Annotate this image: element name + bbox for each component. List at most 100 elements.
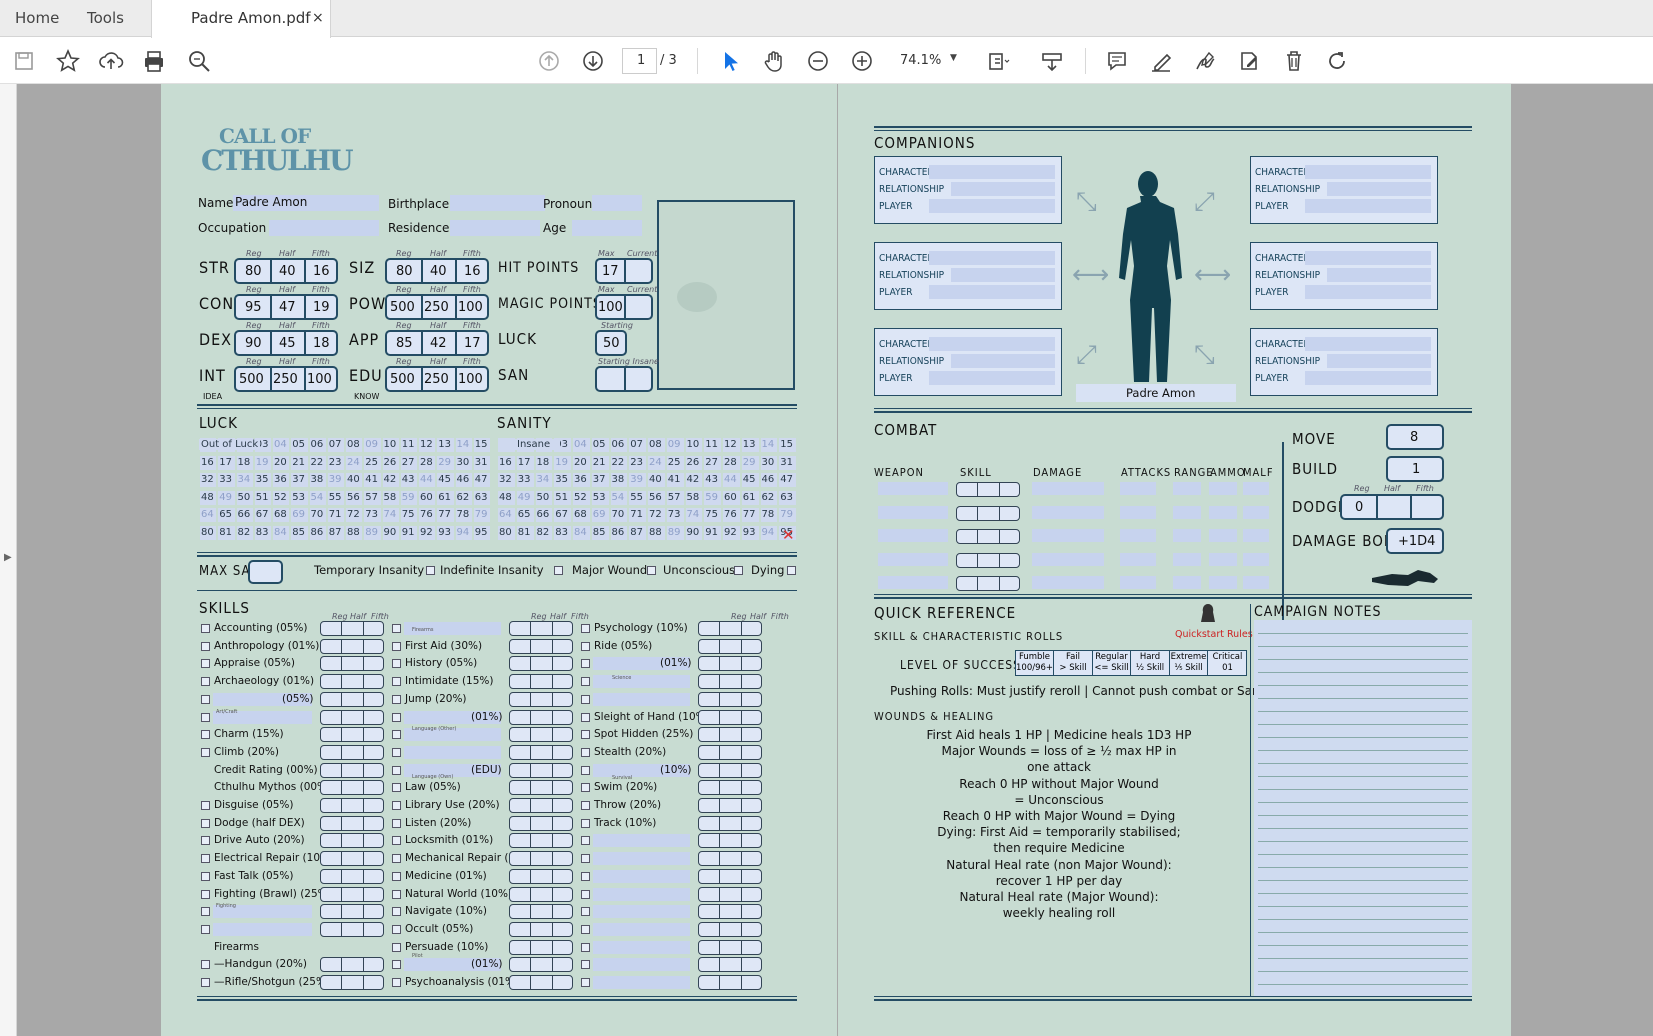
skill-value-box[interactable] (509, 674, 573, 690)
skill-checkbox[interactable] (201, 747, 210, 757)
skill-checkbox[interactable] (581, 641, 590, 651)
weapon-range-field[interactable] (1173, 505, 1201, 519)
skill-name-field[interactable] (593, 976, 690, 989)
skill-value-box[interactable] (509, 868, 573, 884)
skill-value-box[interactable] (320, 638, 384, 654)
skill-checkbox[interactable] (581, 783, 590, 793)
star-icon[interactable] (52, 45, 84, 77)
skill-value-box[interactable] (320, 886, 384, 902)
weapon-attacks-field[interactable] (1120, 552, 1156, 566)
figure-name-field[interactable]: Padre Amon (1076, 384, 1236, 402)
skill-checkbox[interactable] (581, 801, 590, 810)
skill-value-box[interactable] (698, 851, 762, 867)
weapon-field[interactable] (878, 505, 948, 519)
weapon-ammo-field[interactable] (1209, 576, 1237, 589)
skill-value-box[interactable] (320, 744, 384, 760)
expand-panel-icon[interactable]: ▶ (4, 552, 12, 563)
skill-value-box[interactable] (320, 868, 384, 884)
skill-value-box[interactable] (698, 674, 762, 690)
weapon-damage-field[interactable] (1032, 482, 1104, 495)
skill-checkbox[interactable] (581, 712, 590, 722)
companion-field[interactable] (929, 199, 1055, 213)
skill-checkbox[interactable] (392, 854, 401, 864)
skill-value-box[interactable] (509, 638, 573, 654)
skill-checkbox[interactable] (392, 942, 401, 952)
skill-checkbox[interactable] (581, 978, 590, 987)
companion-field[interactable] (951, 268, 1055, 282)
skill-checkbox[interactable] (392, 659, 401, 669)
skill-checkbox[interactable] (581, 836, 590, 846)
skill-value-box[interactable] (509, 762, 573, 778)
weapon-field[interactable] (878, 576, 948, 589)
skill-value-box[interactable] (509, 798, 573, 813)
skill-checkbox[interactable] (392, 641, 401, 651)
weapon-range-field[interactable] (1173, 482, 1201, 495)
delete-icon[interactable] (1278, 45, 1310, 77)
skill-value-box[interactable] (509, 904, 573, 920)
weapon-field[interactable] (878, 529, 948, 542)
skill-value-box[interactable] (698, 904, 762, 920)
skill-checkbox[interactable] (201, 801, 210, 810)
weapon-malf-field[interactable] (1243, 529, 1269, 542)
companion-card[interactable]: CHARACTER RELATIONSHIP PLAYER (874, 242, 1062, 310)
fit-page-icon[interactable] (982, 45, 1014, 77)
companion-field[interactable] (929, 371, 1055, 385)
weapon-range-field[interactable] (1173, 552, 1201, 566)
skill-checkbox[interactable] (581, 765, 590, 775)
skill-name-field[interactable] (593, 887, 690, 901)
skill-checkbox[interactable] (392, 765, 401, 775)
skill-value-box[interactable] (320, 975, 384, 990)
save-icon[interactable] (8, 45, 40, 77)
skill-checkbox[interactable] (581, 854, 590, 864)
skill-checkbox[interactable] (581, 889, 590, 899)
skill-value-box[interactable] (320, 621, 384, 636)
skill-checkbox[interactable] (201, 836, 210, 846)
skill-value-box[interactable] (509, 727, 573, 743)
upload-cloud-icon[interactable] (95, 45, 127, 77)
select-cursor-icon[interactable] (714, 45, 746, 77)
skill-checkbox[interactable] (201, 712, 210, 722)
skill-value-box[interactable] (509, 939, 573, 955)
companion-field[interactable] (1327, 354, 1431, 368)
companion-field[interactable] (1327, 182, 1431, 196)
skill-value-box[interactable] (698, 957, 762, 973)
skill-value-box[interactable] (698, 709, 762, 725)
skill-value-box[interactable] (509, 975, 573, 990)
skill-value-box[interactable] (509, 886, 573, 902)
companion-field[interactable] (951, 182, 1055, 196)
skill-checkbox[interactable] (201, 659, 210, 669)
skill-checkbox[interactable] (581, 747, 590, 757)
damage-bonus-box[interactable]: +1D4 (1386, 528, 1444, 554)
skill-checkbox[interactable] (581, 694, 590, 704)
skill-checkbox[interactable] (581, 924, 590, 934)
skill-checkbox[interactable] (392, 818, 401, 828)
weapon-attacks-field[interactable] (1120, 482, 1156, 495)
skill-value-box[interactable] (698, 798, 762, 813)
skill-value-box[interactable] (698, 886, 762, 902)
skill-checkbox[interactable] (201, 871, 210, 881)
skill-checkbox[interactable] (392, 871, 401, 881)
skill-checkbox[interactable] (581, 677, 590, 687)
skill-checkbox[interactable] (581, 942, 590, 952)
skill-checkbox[interactable] (392, 801, 401, 810)
companion-field[interactable] (929, 285, 1055, 299)
skill-value-box[interactable] (698, 780, 762, 796)
move-box[interactable]: 8 (1386, 424, 1444, 450)
skill-value-box[interactable] (320, 656, 384, 672)
hand-tool-icon[interactable] (758, 45, 790, 77)
edit-text-icon[interactable] (1233, 45, 1265, 77)
companion-field[interactable] (1305, 165, 1431, 179)
zoom-in-icon[interactable] (846, 45, 878, 77)
skill-checkbox[interactable] (392, 978, 401, 987)
skill-name-field[interactable] (593, 692, 690, 706)
weapon-ammo-field[interactable] (1209, 505, 1237, 519)
weapon-range-field[interactable] (1173, 529, 1201, 542)
skill-value-box[interactable] (509, 656, 573, 672)
skill-value-box[interactable] (698, 868, 762, 884)
skill-checkbox[interactable] (201, 677, 210, 687)
skill-checkbox[interactable] (201, 818, 210, 828)
companion-field[interactable] (929, 165, 1055, 179)
zoom-out-icon[interactable] (802, 45, 834, 77)
skill-checkbox[interactable] (581, 907, 590, 917)
skill-checkbox[interactable] (201, 730, 210, 740)
